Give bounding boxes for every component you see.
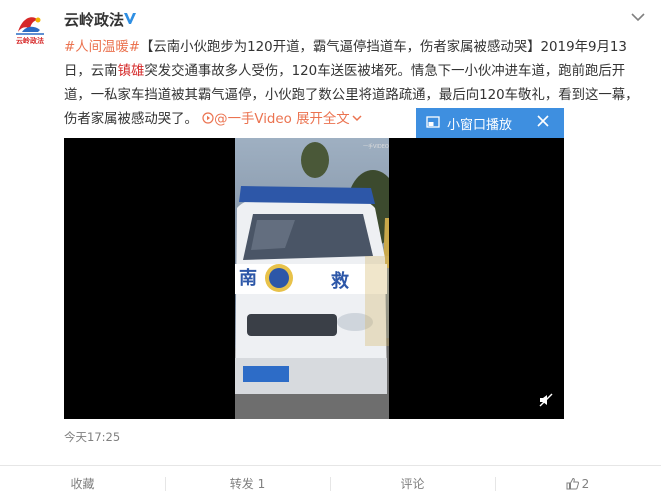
location-link[interactable]: 镇雄 [118, 64, 145, 79]
ambulance-scene-image: 南 救 一手VIDEO [235, 138, 389, 419]
avatar-logo-icon: 云岭政法 [16, 17, 44, 45]
favorite-button[interactable]: 收藏 [0, 466, 165, 502]
author-name[interactable]: 云岭政法 [64, 9, 124, 30]
expand-label: 展开全文 [296, 112, 350, 127]
comment-button[interactable]: 评论 [330, 466, 495, 502]
video-watermark: 一手VIDEO [363, 143, 389, 150]
like-button[interactable]: 2 [495, 466, 660, 502]
video-player[interactable]: 南 救 一手VIDEO [64, 138, 564, 419]
chevron-down-icon [352, 115, 362, 122]
action-bar: 收藏 转发 1 评论 2 [0, 466, 661, 502]
post-menu-chevron-icon[interactable] [631, 12, 645, 22]
mini-window-icon [426, 116, 440, 128]
verified-v-icon [124, 13, 136, 24]
like-count: 2 [581, 477, 590, 491]
post-title: 【云南小伙跑步为120开道，霸气逼停挡道车，伤者家属被感动哭】 [140, 40, 541, 55]
thumbs-up-icon [566, 477, 579, 490]
svg-text:南: 南 [239, 267, 257, 289]
video-frame: 南 救 一手VIDEO [235, 138, 389, 419]
repost-button[interactable]: 转发 1 [165, 466, 330, 502]
expand-full-text-link[interactable]: 展开全文 [296, 112, 362, 127]
avatar[interactable]: 云岭政法 [8, 8, 52, 52]
mini-window-play-button[interactable]: 小窗口播放 [416, 108, 564, 138]
muted-speaker-icon[interactable] [538, 392, 554, 408]
video-source-label: @一手Video [214, 112, 292, 127]
link-video-icon [202, 112, 214, 124]
avatar-text: 云岭政法 [16, 36, 44, 45]
close-icon[interactable] [536, 114, 550, 128]
hashtag-link[interactable]: #人间温暖# [64, 40, 140, 55]
mini-window-label: 小窗口播放 [447, 118, 513, 133]
ambulance-sign-text: 救 [331, 270, 349, 292]
video-source-link[interactable]: @一手Video [202, 112, 292, 127]
post-timestamp[interactable]: 今天17:25 [64, 429, 120, 445]
